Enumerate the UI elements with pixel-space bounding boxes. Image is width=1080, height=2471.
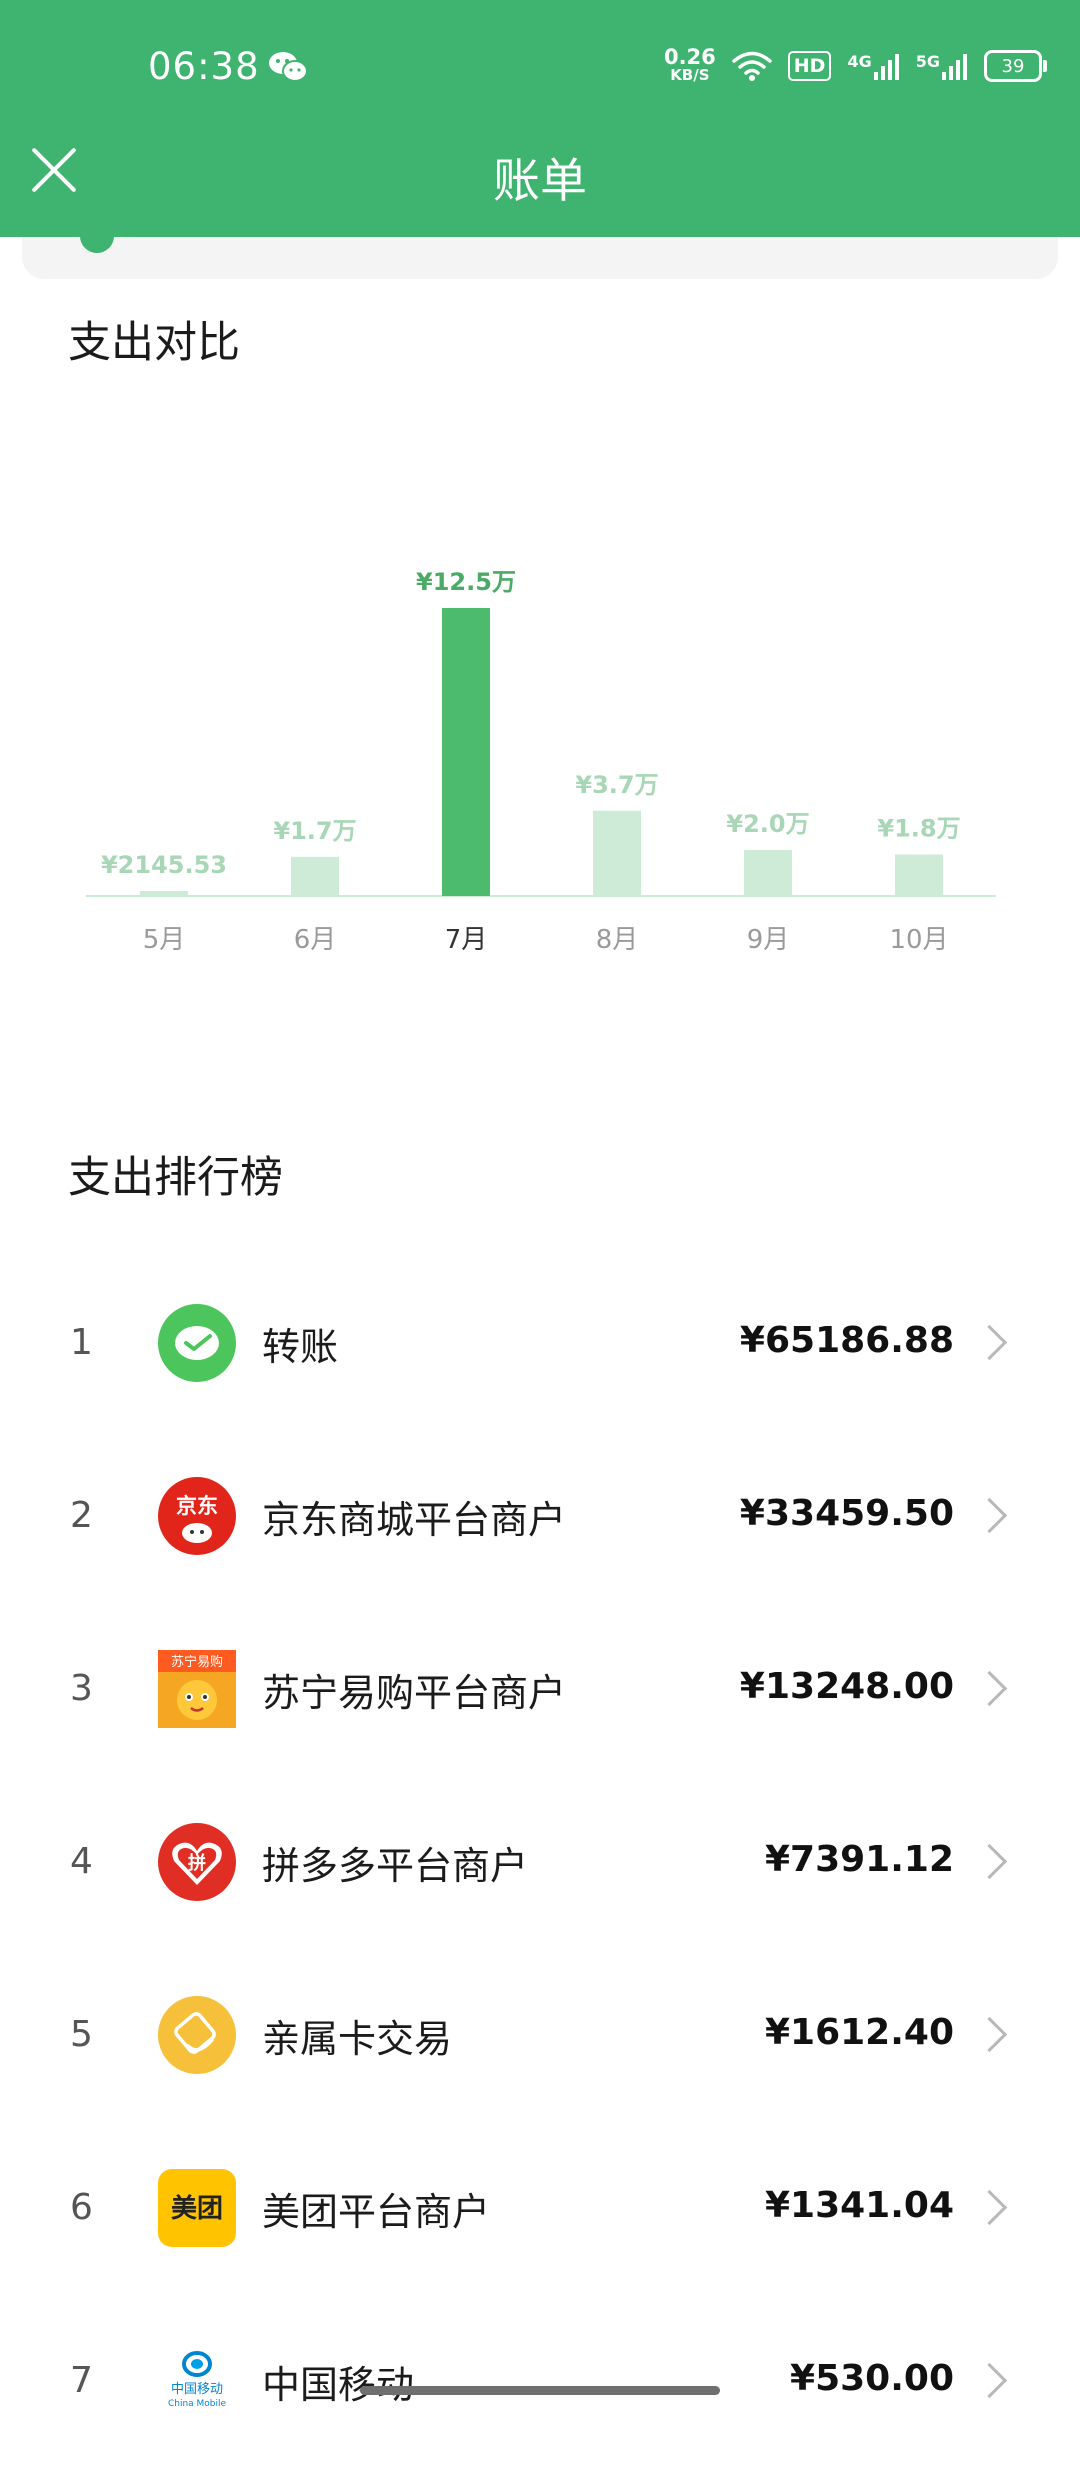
signal-bars-icon — [942, 54, 967, 80]
rank-number: 7 — [70, 2360, 93, 2401]
battery-level: 39 — [1001, 55, 1025, 77]
suning-logo-text: 苏宁易购 — [171, 1654, 223, 1670]
ranking-item[interactable]: 6 美团 美团平台商户 ¥1341.04 — [0, 2125, 1080, 2298]
amount: ¥65186.88 — [739, 1320, 954, 1361]
net-speed-value: 0.26 — [663, 45, 716, 69]
chevron-right-icon — [971, 2016, 1008, 2053]
chevron-right-icon — [971, 1324, 1008, 1361]
rank-number: 6 — [70, 2187, 93, 2228]
net-speed-unit: KB/S — [670, 66, 710, 84]
amount: ¥13248.00 — [739, 1666, 954, 1707]
signal-bars-icon — [873, 54, 899, 80]
x-tick-label: 6月 — [294, 925, 337, 955]
bar-5月[interactable] — [140, 891, 188, 896]
merchant-name: 苏宁易购平台商户 — [262, 1671, 567, 1715]
x-tick-label: 10月 — [889, 925, 948, 955]
chevron-right-icon — [971, 2362, 1008, 2399]
meituan-logo-icon: 美团 — [158, 2169, 236, 2247]
expense-compare-title: 支出对比 — [68, 318, 240, 368]
hd-voice-badge: HD — [787, 51, 832, 81]
amount: ¥1612.40 — [764, 2012, 954, 2053]
status-icons: 0.26 KB/S HD 4G 5G 39 — [663, 44, 1047, 88]
wechat-transfer-icon — [158, 1304, 236, 1382]
bar-value-label: ¥1.7万 — [273, 817, 356, 845]
rank-number: 4 — [70, 1841, 93, 1882]
jd-logo-icon: 京东 — [158, 1477, 236, 1555]
wifi-icon — [732, 51, 772, 81]
signal-5g: 5G — [916, 52, 968, 80]
merchant-name: 京东商城平台商户 — [262, 1498, 567, 1542]
china-mobile-logo-subtext: China Mobile — [168, 2399, 227, 2409]
amount: ¥1341.04 — [764, 2185, 954, 2226]
x-tick-label: 7月 — [445, 925, 488, 955]
bar-6月[interactable] — [291, 856, 339, 896]
china-mobile-logo-icon: 中国移动 China Mobile — [158, 2342, 236, 2420]
pinduoduo-logo-icon: 拼 — [158, 1823, 236, 1901]
merchant-name: 转账 — [262, 1325, 339, 1369]
bar-7月[interactable] — [442, 608, 490, 896]
wechat-notification-icon — [269, 52, 308, 82]
ranking-item[interactable]: 5 亲属卡交易 ¥1612.40 — [0, 1952, 1080, 2125]
merchant-name: 亲属卡交易 — [262, 2017, 453, 2061]
page-title: 账单 — [493, 154, 587, 209]
network-5g-label: 5G — [915, 52, 940, 71]
suning-logo-icon: 苏宁易购 — [158, 1650, 236, 1728]
app-header: 06:38 0.26 KB/S HD 4G 5G 39 账单 — [0, 0, 1080, 237]
chevron-right-icon — [971, 1843, 1008, 1880]
ranking-item[interactable]: 4 拼 拼多多平台商户 ¥7391.12 — [0, 1779, 1080, 1952]
summary-card[interactable] — [22, 231, 1058, 279]
bar-8月[interactable] — [593, 810, 641, 896]
ranking-item[interactable]: 7 中国移动 China Mobile 中国移动 ¥530.00 — [0, 2298, 1080, 2471]
signal-4g: 4G — [847, 52, 899, 80]
bar-value-label: ¥2.0万 — [726, 810, 809, 838]
bar-value-label: ¥2145.53 — [101, 851, 227, 879]
meituan-logo-text: 美团 — [171, 2193, 223, 2224]
status-time: 06:38 — [148, 45, 260, 88]
merchant-name: 中国移动 — [262, 2363, 415, 2407]
rank-number: 3 — [70, 1668, 93, 1709]
x-tick-label: 5月 — [143, 925, 186, 955]
expense-bar-chart[interactable]: ¥2145.53 ¥1.7万 ¥12.5万 ¥3.7万 ¥2.0万 ¥1.8万 5月 6月 7… — [0, 520, 1080, 980]
bar-value-label: ¥1.8万 — [877, 815, 960, 843]
rank-number: 1 — [70, 1322, 93, 1363]
battery-icon: 39 — [984, 50, 1047, 82]
summary-indicator — [80, 231, 114, 253]
merchant-name: 拼多多平台商户 — [262, 1844, 529, 1888]
home-indicator[interactable] — [360, 2386, 720, 2395]
chevron-right-icon — [971, 1497, 1008, 1534]
rank-number: 2 — [70, 1495, 93, 1536]
jd-logo-text: 京东 — [176, 1494, 218, 1518]
pinduoduo-logo-text: 拼 — [188, 1852, 206, 1874]
bar-value-label: ¥3.7万 — [575, 771, 658, 799]
chevron-right-icon — [971, 2189, 1008, 2226]
amount: ¥7391.12 — [764, 1839, 954, 1880]
china-mobile-logo-text: 中国移动 — [171, 2382, 223, 2397]
net-speed: 0.26 KB/S — [663, 45, 716, 85]
bar-value-label: ¥12.5万 — [416, 568, 516, 596]
amount: ¥33459.50 — [739, 1493, 954, 1534]
rank-number: 5 — [70, 2014, 93, 2055]
family-card-icon — [158, 1996, 236, 2074]
ranking-item[interactable]: 1 转账 ¥65186.88 — [0, 1260, 1080, 1433]
ranking-list: 1 转账 ¥65186.88 2 京东 京东商城平台商户 ¥33459.50 3… — [0, 1260, 1080, 2471]
ranking-title: 支出排行榜 — [68, 1153, 283, 1203]
amount: ¥530.00 — [790, 2358, 954, 2399]
x-tick-label: 8月 — [596, 925, 639, 955]
chevron-right-icon — [971, 1670, 1008, 1707]
network-4g-label: 4G — [847, 52, 872, 71]
bar-9月[interactable] — [744, 849, 792, 896]
merchant-name: 美团平台商户 — [262, 2190, 491, 2234]
ranking-item[interactable]: 3 苏宁易购 苏宁易购平台商户 ¥13248.00 — [0, 1606, 1080, 1779]
bar-10月[interactable] — [895, 854, 943, 896]
x-tick-label: 9月 — [747, 925, 790, 955]
ranking-item[interactable]: 2 京东 京东商城平台商户 ¥33459.50 — [0, 1433, 1080, 1606]
